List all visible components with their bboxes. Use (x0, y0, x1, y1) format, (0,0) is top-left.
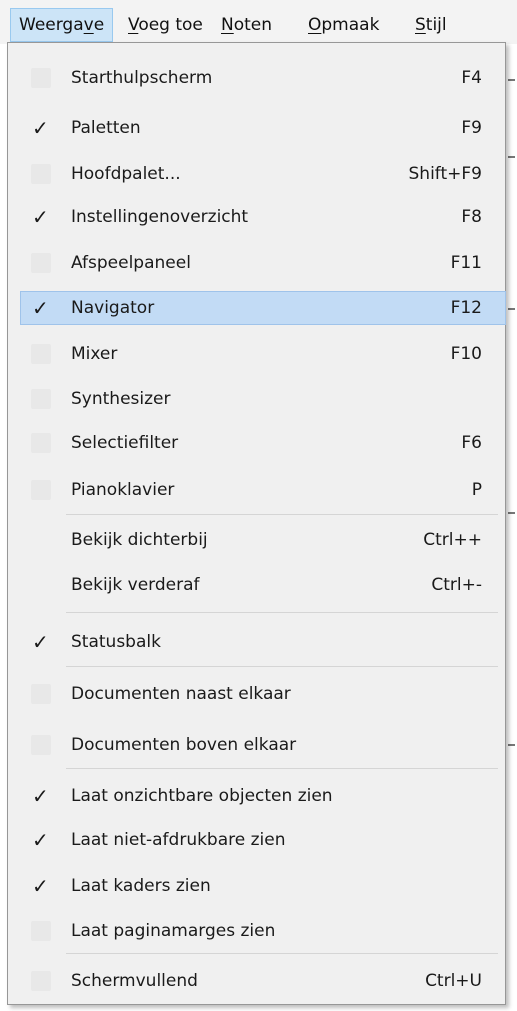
menu-weergave-accel: v (83, 15, 94, 35)
menu-item-label: Pianoklavier (71, 480, 175, 500)
menu-noten-accel: N (221, 15, 234, 35)
check-mark-icon: ✓ (32, 630, 49, 654)
menu-item-label: Navigator (71, 298, 155, 318)
check-mark-icon: ✓ (32, 205, 49, 229)
menu-item-label: Documenten boven elkaar (71, 735, 297, 755)
menu-item-paletten[interactable]: ✓ Paletten F9 (20, 111, 506, 145)
checkbox-empty-icon (31, 684, 51, 704)
background-window-edge (506, 44, 517, 1011)
menu-item-label: Afspeelpaneel (71, 253, 191, 273)
menu-item-schermvullend[interactable]: Schermvullend Ctrl+U (20, 964, 506, 998)
menu-opmaak[interactable]: Opmaak (300, 8, 387, 42)
menu-separator (66, 612, 498, 613)
checkbox-empty-icon (31, 921, 51, 941)
background-mark (508, 512, 515, 514)
menu-opmaak-label: pmaak (321, 15, 380, 35)
menu-item-shortcut: F12 (450, 298, 482, 318)
checkbox-empty-icon (31, 253, 51, 273)
check-mark-icon: ✓ (32, 874, 49, 898)
menu-item-label: Bekijk dichterbij (71, 530, 208, 550)
menu-item-shortcut: Shift+F9 (408, 164, 482, 184)
menu-stijl[interactable]: Stijl (407, 8, 455, 42)
menu-item-hoofdpalet[interactable]: Hoofdpalet... Shift+F9 (20, 157, 506, 191)
menu-item-label: Laat onzichtbare objecten zien (71, 786, 333, 806)
weergave-dropdown-menu: Starthulpscherm F4 ✓ Paletten F9 Hoofdpa… (7, 42, 506, 1005)
background-mark (508, 79, 515, 81)
menu-item-label: Schermvullend (71, 971, 198, 991)
check-mark-icon: ✓ (32, 296, 49, 320)
checkbox-empty-icon (31, 389, 51, 409)
menu-item-shortcut: P (471, 480, 482, 500)
menu-item-label: Paletten (71, 118, 141, 138)
menu-stijl-label: tijl (425, 15, 447, 35)
menu-item-label: Laat paginamarges zien (71, 921, 276, 941)
menu-item-shortcut: Ctrl++ (423, 530, 482, 550)
menu-item-navigator[interactable]: ✓ Navigator F12 (20, 291, 506, 325)
menu-weergave[interactable]: Weergave (10, 8, 114, 42)
menu-item-label: Statusbalk (71, 632, 161, 652)
menu-item-documenten-boven-elkaar[interactable]: Documenten boven elkaar (20, 728, 506, 762)
menu-item-documenten-naast-elkaar[interactable]: Documenten naast elkaar (20, 677, 506, 711)
checkbox-empty-icon (31, 433, 51, 453)
menu-item-shortcut: Ctrl+U (425, 971, 482, 991)
menu-noten[interactable]: Noten (213, 8, 280, 42)
menu-item-laat-onzichtbare-objecten-zien[interactable]: ✓ Laat onzichtbare objecten zien (20, 779, 506, 813)
menu-item-shortcut: F4 (461, 68, 482, 88)
menu-item-label: Bekijk verderaf (71, 575, 200, 595)
menu-item-shortcut: F6 (461, 433, 482, 453)
menu-weergave-label-a: Weerga (19, 15, 84, 35)
menu-voeg-toe-accel: V (128, 15, 139, 35)
menu-stijl-accel: S (415, 15, 426, 35)
checkbox-empty-icon (31, 480, 51, 500)
checkbox-empty-icon (31, 735, 51, 755)
menu-item-label: Documenten naast elkaar (71, 684, 291, 704)
menu-item-label: Mixer (71, 344, 118, 364)
background-mark (508, 156, 515, 158)
menu-item-laat-niet-afdrukbare-zien[interactable]: ✓ Laat niet-afdrukbare zien (20, 823, 506, 857)
menu-voeg-toe-label: oeg toe (138, 15, 203, 35)
menu-item-laat-kaders-zien[interactable]: ✓ Laat kaders zien (20, 869, 506, 903)
menu-item-pianoklavier[interactable]: Pianoklavier P (20, 473, 506, 507)
menu-item-shortcut: F8 (461, 207, 482, 227)
background-mark (508, 744, 515, 746)
menu-weergave-label-b: e (93, 15, 105, 35)
menu-item-instellingenoverzicht[interactable]: ✓ Instellingenoverzicht F8 (20, 200, 506, 234)
menu-voeg-toe[interactable]: Voeg toe (120, 8, 211, 42)
menu-item-shortcut: Ctrl+- (431, 575, 482, 595)
menu-item-label: Instellingenoverzicht (71, 207, 249, 227)
menu-item-label: Selectiefilter (71, 433, 179, 453)
menu-item-label: Starthulpscherm (71, 68, 213, 88)
check-mark-icon: ✓ (32, 784, 49, 808)
menu-item-label: Laat niet-afdrukbare zien (71, 830, 286, 850)
checkbox-empty-icon (31, 344, 51, 364)
menu-item-selectiefilter[interactable]: Selectiefilter F6 (20, 426, 506, 460)
menu-separator (66, 514, 498, 515)
menu-item-statusbalk[interactable]: ✓ Statusbalk (20, 625, 506, 659)
check-mark-icon: ✓ (32, 116, 49, 140)
menu-separator (66, 666, 498, 667)
check-mark-icon: ✓ (32, 828, 49, 852)
menu-item-starthulpscherm[interactable]: Starthulpscherm F4 (20, 61, 506, 95)
menu-item-shortcut: F9 (461, 118, 482, 138)
menu-item-laat-paginamarges-zien[interactable]: Laat paginamarges zien (20, 914, 506, 948)
checkbox-empty-icon (31, 164, 51, 184)
menu-item-shortcut: F10 (450, 344, 482, 364)
menu-item-bekijk-dichterbij[interactable]: Bekijk dichterbij Ctrl++ (20, 523, 506, 557)
menu-item-mixer[interactable]: Mixer F10 (20, 337, 506, 371)
menu-opmaak-accel: O (308, 15, 322, 35)
menu-item-label: Synthesizer (71, 389, 171, 409)
menu-separator (66, 768, 498, 769)
background-mark (508, 308, 515, 310)
menu-item-bekijk-verderaf[interactable]: Bekijk verderaf Ctrl+- (20, 568, 506, 602)
menubar: Weergave Voeg toe Noten Opmaak Stijl (0, 0, 517, 44)
menu-item-label: Hoofdpalet... (71, 164, 181, 184)
menu-item-label: Laat kaders zien (71, 876, 211, 896)
checkbox-empty-icon (31, 971, 51, 991)
menu-noten-label: oten (233, 15, 273, 35)
checkbox-empty-icon (31, 68, 51, 88)
menu-item-shortcut: F11 (450, 253, 482, 273)
menu-item-synthesizer[interactable]: Synthesizer (20, 382, 506, 416)
menu-item-afspeelpaneel[interactable]: Afspeelpaneel F11 (20, 246, 506, 280)
menu-separator (66, 953, 498, 954)
